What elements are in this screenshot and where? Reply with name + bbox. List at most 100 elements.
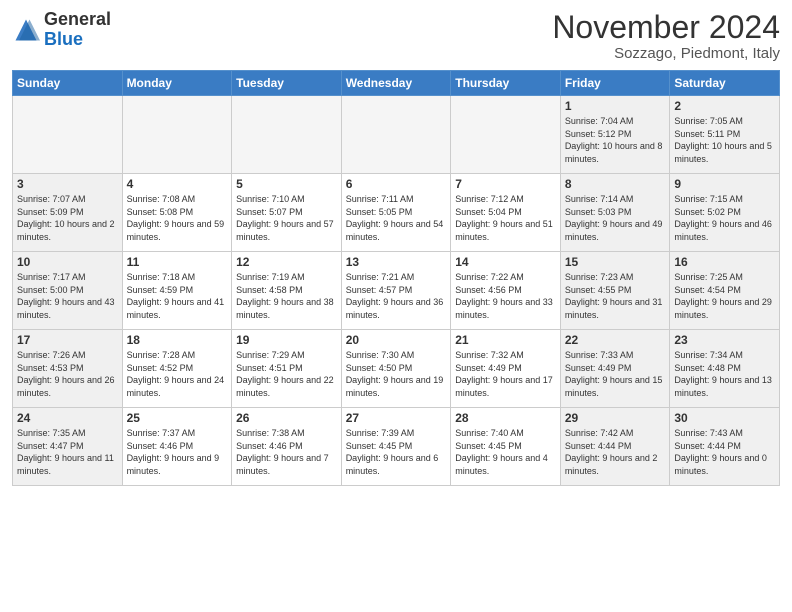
day-cell: 30 Sunrise: 7:43 AM Sunset: 4:44 PM Dayli… — [670, 408, 780, 486]
week-row-3: 10 Sunrise: 7:17 AM Sunset: 5:00 PM Dayli… — [13, 252, 780, 330]
day-cell: 11 Sunrise: 7:18 AM Sunset: 4:59 PM Dayli… — [122, 252, 232, 330]
day-number: 21 — [455, 333, 556, 347]
day-info: Sunrise: 7:30 AM Sunset: 4:50 PM Dayligh… — [346, 349, 447, 399]
day-info: Sunrise: 7:22 AM Sunset: 4:56 PM Dayligh… — [455, 271, 556, 321]
page-container: General Blue November 2024 Sozzago, Pied… — [0, 0, 792, 494]
day-number: 28 — [455, 411, 556, 425]
day-number: 16 — [674, 255, 775, 269]
header: General Blue November 2024 Sozzago, Pied… — [12, 10, 780, 62]
day-cell: 20 Sunrise: 7:30 AM Sunset: 4:50 PM Dayli… — [341, 330, 451, 408]
day-cell — [122, 96, 232, 174]
day-info: Sunrise: 7:35 AM Sunset: 4:47 PM Dayligh… — [17, 427, 118, 477]
day-cell: 19 Sunrise: 7:29 AM Sunset: 4:51 PM Dayli… — [232, 330, 342, 408]
day-number: 15 — [565, 255, 666, 269]
logo-general: General — [44, 9, 111, 29]
weekday-header-friday: Friday — [560, 71, 670, 96]
day-number: 11 — [127, 255, 228, 269]
calendar-table: SundayMondayTuesdayWednesdayThursdayFrid… — [12, 70, 780, 486]
day-info: Sunrise: 7:29 AM Sunset: 4:51 PM Dayligh… — [236, 349, 337, 399]
day-number: 4 — [127, 177, 228, 191]
weekday-header-wednesday: Wednesday — [341, 71, 451, 96]
day-info: Sunrise: 7:04 AM Sunset: 5:12 PM Dayligh… — [565, 115, 666, 165]
day-number: 22 — [565, 333, 666, 347]
day-info: Sunrise: 7:38 AM Sunset: 4:46 PM Dayligh… — [236, 427, 337, 477]
day-info: Sunrise: 7:42 AM Sunset: 4:44 PM Dayligh… — [565, 427, 666, 477]
day-number: 13 — [346, 255, 447, 269]
day-info: Sunrise: 7:17 AM Sunset: 5:00 PM Dayligh… — [17, 271, 118, 321]
day-cell: 27 Sunrise: 7:39 AM Sunset: 4:45 PM Dayli… — [341, 408, 451, 486]
day-info: Sunrise: 7:11 AM Sunset: 5:05 PM Dayligh… — [346, 193, 447, 243]
day-number: 27 — [346, 411, 447, 425]
weekday-header-monday: Monday — [122, 71, 232, 96]
title-block: November 2024 Sozzago, Piedmont, Italy — [552, 10, 780, 62]
day-info: Sunrise: 7:18 AM Sunset: 4:59 PM Dayligh… — [127, 271, 228, 321]
day-cell: 1 Sunrise: 7:04 AM Sunset: 5:12 PM Daylig… — [560, 96, 670, 174]
day-info: Sunrise: 7:37 AM Sunset: 4:46 PM Dayligh… — [127, 427, 228, 477]
day-number: 20 — [346, 333, 447, 347]
day-cell: 23Sunrise: 7:34 AM Sunset: 4:48 PM Dayli… — [670, 330, 780, 408]
day-info: Sunrise: 7:34 AM Sunset: 4:48 PM Dayligh… — [674, 349, 775, 399]
day-number: 3 — [17, 177, 118, 191]
day-number: 25 — [127, 411, 228, 425]
day-info: Sunrise: 7:43 AM Sunset: 4:44 PM Dayligh… — [674, 427, 775, 477]
day-number: 19 — [236, 333, 337, 347]
day-info: Sunrise: 7:05 AM Sunset: 5:11 PM Dayligh… — [674, 115, 775, 165]
day-info: Sunrise: 7:23 AM Sunset: 4:55 PM Dayligh… — [565, 271, 666, 321]
day-cell — [232, 96, 342, 174]
day-cell: 28 Sunrise: 7:40 AM Sunset: 4:45 PM Dayli… — [451, 408, 561, 486]
day-info: Sunrise: 7:25 AM Sunset: 4:54 PM Dayligh… — [674, 271, 775, 321]
weekday-header-saturday: Saturday — [670, 71, 780, 96]
day-cell — [13, 96, 123, 174]
day-number: 9 — [674, 177, 775, 191]
logo-blue: Blue — [44, 29, 83, 49]
day-number: 2 — [674, 99, 775, 113]
day-cell — [341, 96, 451, 174]
day-number: 5 — [236, 177, 337, 191]
month-title: November 2024 — [552, 10, 780, 45]
day-cell: 14 Sunrise: 7:22 AM Sunset: 4:56 PM Dayli… — [451, 252, 561, 330]
day-info: Sunrise: 7:21 AM Sunset: 4:57 PM Dayligh… — [346, 271, 447, 321]
day-number: 17 — [17, 333, 118, 347]
week-row-2: 3 Sunrise: 7:07 AM Sunset: 5:09 PM Daylig… — [13, 174, 780, 252]
logo-icon — [12, 16, 40, 44]
day-cell: 16 Sunrise: 7:25 AM Sunset: 4:54 PM Dayli… — [670, 252, 780, 330]
day-info: Sunrise: 7:28 AM Sunset: 4:52 PM Dayligh… — [127, 349, 228, 399]
day-info: Sunrise: 7:32 AM Sunset: 4:49 PM Dayligh… — [455, 349, 556, 399]
day-info: Sunrise: 7:33 AM Sunset: 4:49 PM Dayligh… — [565, 349, 666, 399]
day-number: 7 — [455, 177, 556, 191]
day-number: 29 — [565, 411, 666, 425]
logo: General Blue — [12, 10, 111, 50]
day-number: 12 — [236, 255, 337, 269]
day-cell: 2 Sunrise: 7:05 AM Sunset: 5:11 PM Daylig… — [670, 96, 780, 174]
day-cell: 5 Sunrise: 7:10 AM Sunset: 5:07 PM Daylig… — [232, 174, 342, 252]
day-number: 8 — [565, 177, 666, 191]
weekday-header-thursday: Thursday — [451, 71, 561, 96]
day-number: 30 — [674, 411, 775, 425]
day-number: 18 — [127, 333, 228, 347]
location-subtitle: Sozzago, Piedmont, Italy — [552, 45, 780, 62]
day-cell: 26 Sunrise: 7:38 AM Sunset: 4:46 PM Dayli… — [232, 408, 342, 486]
day-number: 14 — [455, 255, 556, 269]
week-row-5: 24 Sunrise: 7:35 AM Sunset: 4:47 PM Dayli… — [13, 408, 780, 486]
day-number: 6 — [346, 177, 447, 191]
day-info: Sunrise: 7:39 AM Sunset: 4:45 PM Dayligh… — [346, 427, 447, 477]
day-info: Sunrise: 7:40 AM Sunset: 4:45 PM Dayligh… — [455, 427, 556, 477]
day-cell: 17 Sunrise: 7:26 AM Sunset: 4:53 PM Dayli… — [13, 330, 123, 408]
logo-text: General Blue — [44, 10, 111, 50]
day-number: 1 — [565, 99, 666, 113]
day-number: 10 — [17, 255, 118, 269]
day-cell: 12Sunrise: 7:19 AM Sunset: 4:58 PM Dayli… — [232, 252, 342, 330]
day-number: 26 — [236, 411, 337, 425]
day-info: Sunrise: 7:10 AM Sunset: 5:07 PM Dayligh… — [236, 193, 337, 243]
day-info: Sunrise: 7:12 AM Sunset: 5:04 PM Dayligh… — [455, 193, 556, 243]
day-number: 24 — [17, 411, 118, 425]
day-cell: 22 Sunrise: 7:33 AM Sunset: 4:49 PM Dayli… — [560, 330, 670, 408]
day-info: Sunrise: 7:08 AM Sunset: 5:08 PM Dayligh… — [127, 193, 228, 243]
weekday-header-tuesday: Tuesday — [232, 71, 342, 96]
day-info: Sunrise: 7:07 AM Sunset: 5:09 PM Dayligh… — [17, 193, 118, 243]
day-info: Sunrise: 7:26 AM Sunset: 4:53 PM Dayligh… — [17, 349, 118, 399]
day-cell: 25 Sunrise: 7:37 AM Sunset: 4:46 PM Dayli… — [122, 408, 232, 486]
day-info: Sunrise: 7:14 AM Sunset: 5:03 PM Dayligh… — [565, 193, 666, 243]
day-cell: 21 Sunrise: 7:32 AM Sunset: 4:49 PM Dayli… — [451, 330, 561, 408]
day-cell: 15 Sunrise: 7:23 AM Sunset: 4:55 PM Dayli… — [560, 252, 670, 330]
